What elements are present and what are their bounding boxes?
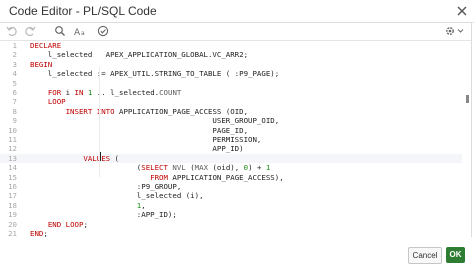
dialog-title: Code Editor - PL/SQL Code [9, 4, 157, 18]
line-number: 16 [8, 182, 17, 191]
line-number: 20 [8, 219, 17, 229]
code-text[interactable]: DECLARE [30, 41, 61, 50]
code-line[interactable]: 2 l_selected APEX_APPLICATION_GLOBAL.VC_… [0, 50, 462, 59]
line-number: 3 [12, 59, 17, 69]
svg-text:a: a [81, 30, 85, 37]
line-number: 13 [8, 153, 17, 163]
line-number: 8 [12, 106, 17, 116]
code-line[interactable]: 1 DECLARE [0, 41, 462, 50]
line-number: 15 [8, 172, 17, 182]
code-text[interactable]: APP_ID) [30, 144, 243, 153]
code-text[interactable]: LOOP [30, 97, 66, 106]
font-size-icon[interactable]: Aa [73, 24, 89, 39]
code-text[interactable]: l_selected APEX_APPLICATION_GLOBAL.VC_AR… [30, 50, 248, 59]
code-line[interactable]: 8 INSERT INTO APPLICATION_PAGE_ACCESS (O… [0, 107, 462, 116]
code-line[interactable]: 3 BEGIN [0, 60, 462, 69]
code-text[interactable]: (SELECT NVL (MAX (oid), 0) + 1 [30, 163, 271, 172]
line-number: 9 [12, 116, 17, 126]
undo-icon[interactable] [4, 24, 20, 39]
code-line[interactable]: 4 l_selected := APEX_UTIL.STRING_TO_TABL… [0, 69, 462, 78]
line-number: 17 [8, 191, 17, 201]
text-cursor [100, 152, 101, 161]
editor-toolbar: Aa [0, 23, 471, 41]
code-line[interactable]: 16 :P9_GROUP, [0, 182, 462, 191]
ok-button[interactable]: OK [446, 247, 465, 263]
line-number: 2 [12, 50, 17, 60]
line-number: 10 [8, 125, 17, 135]
code-text[interactable]: INSERT INTO APPLICATION_PAGE_ACCESS (OID… [30, 107, 248, 116]
code-line[interactable]: 12 APP_ID) [0, 144, 462, 153]
code-line[interactable]: 5 [0, 79, 462, 88]
code-text[interactable]: PERMISSION, [30, 135, 261, 144]
code-line[interactable]: 17 l_selected (i), [0, 191, 462, 200]
line-number: 7 [12, 97, 17, 107]
code-line[interactable]: 14 (SELECT NVL (MAX (oid), 0) + 1 [0, 163, 462, 172]
code-line[interactable]: 18 1, [0, 201, 462, 210]
code-line[interactable]: 9 USER_GROUP_OID, [0, 116, 462, 125]
code-line[interactable]: 20 END LOOP; [0, 220, 462, 229]
code-text[interactable]: USER_GROUP_OID, [30, 116, 279, 125]
code-line[interactable]: 6 FOR i IN 1 .. l_selected.COUNT [0, 88, 462, 97]
code-text[interactable]: l_selected := APEX_UTIL.STRING_TO_TABLE … [30, 69, 279, 78]
search-icon[interactable] [52, 24, 68, 39]
code-text[interactable]: 1, [30, 201, 146, 210]
code-line[interactable]: 13 VALUES ( [0, 153, 462, 164]
code-line[interactable]: 7 LOOP [0, 97, 462, 106]
code-text[interactable]: l_selected (i), [30, 191, 204, 200]
line-number: 6 [12, 88, 17, 97]
code-line[interactable]: 11 PERMISSION, [0, 135, 462, 144]
code-text[interactable]: END LOOP; [30, 220, 88, 229]
code-text[interactable]: :P9_GROUP, [30, 182, 182, 191]
code-text[interactable]: FROM APPLICATION_PAGE_ACCESS), [30, 173, 284, 182]
settings-gear-icon[interactable] [443, 24, 465, 39]
code-line[interactable]: 10 PAGE_ID, [0, 126, 462, 135]
code-line[interactable]: 19 :APP_ID); [0, 210, 462, 219]
validate-icon[interactable] [95, 24, 111, 39]
scrollbar-marker[interactable] [466, 95, 469, 103]
code-text[interactable]: FOR i IN 1 .. l_selected.COUNT [30, 88, 182, 97]
line-number: 14 [8, 163, 17, 173]
line-number: 12 [8, 144, 17, 154]
code-editor[interactable]: Aa 1 DECLARE 2 l_selected APEX_APPLICATION… [0, 22, 472, 247]
code-text[interactable]: BEGIN [30, 60, 52, 69]
redo-icon[interactable] [22, 24, 38, 39]
line-number: 19 [8, 210, 17, 220]
line-number: 1 [12, 41, 17, 50]
cancel-button[interactable]: Cancel [408, 247, 442, 264]
dialog-titlebar: Code Editor - PL/SQL Code [0, 0, 474, 23]
line-number: 4 [12, 69, 17, 79]
line-number: 5 [12, 78, 17, 88]
code-text[interactable]: PAGE_ID, [30, 126, 248, 135]
svg-text:A: A [74, 28, 81, 37]
code-line[interactable]: 15 FROM APPLICATION_PAGE_ACCESS), [0, 173, 462, 182]
dialog-footer: Cancel OK [0, 237, 474, 266]
close-icon[interactable] [456, 5, 468, 17]
code-area[interactable]: 1 DECLARE 2 l_selected APEX_APPLICATION_GL… [0, 41, 462, 247]
line-number: 18 [8, 200, 17, 210]
line-number: 11 [8, 135, 17, 144]
code-text[interactable]: :APP_ID); [30, 210, 177, 219]
code-text[interactable]: VALUES ( [30, 154, 119, 163]
